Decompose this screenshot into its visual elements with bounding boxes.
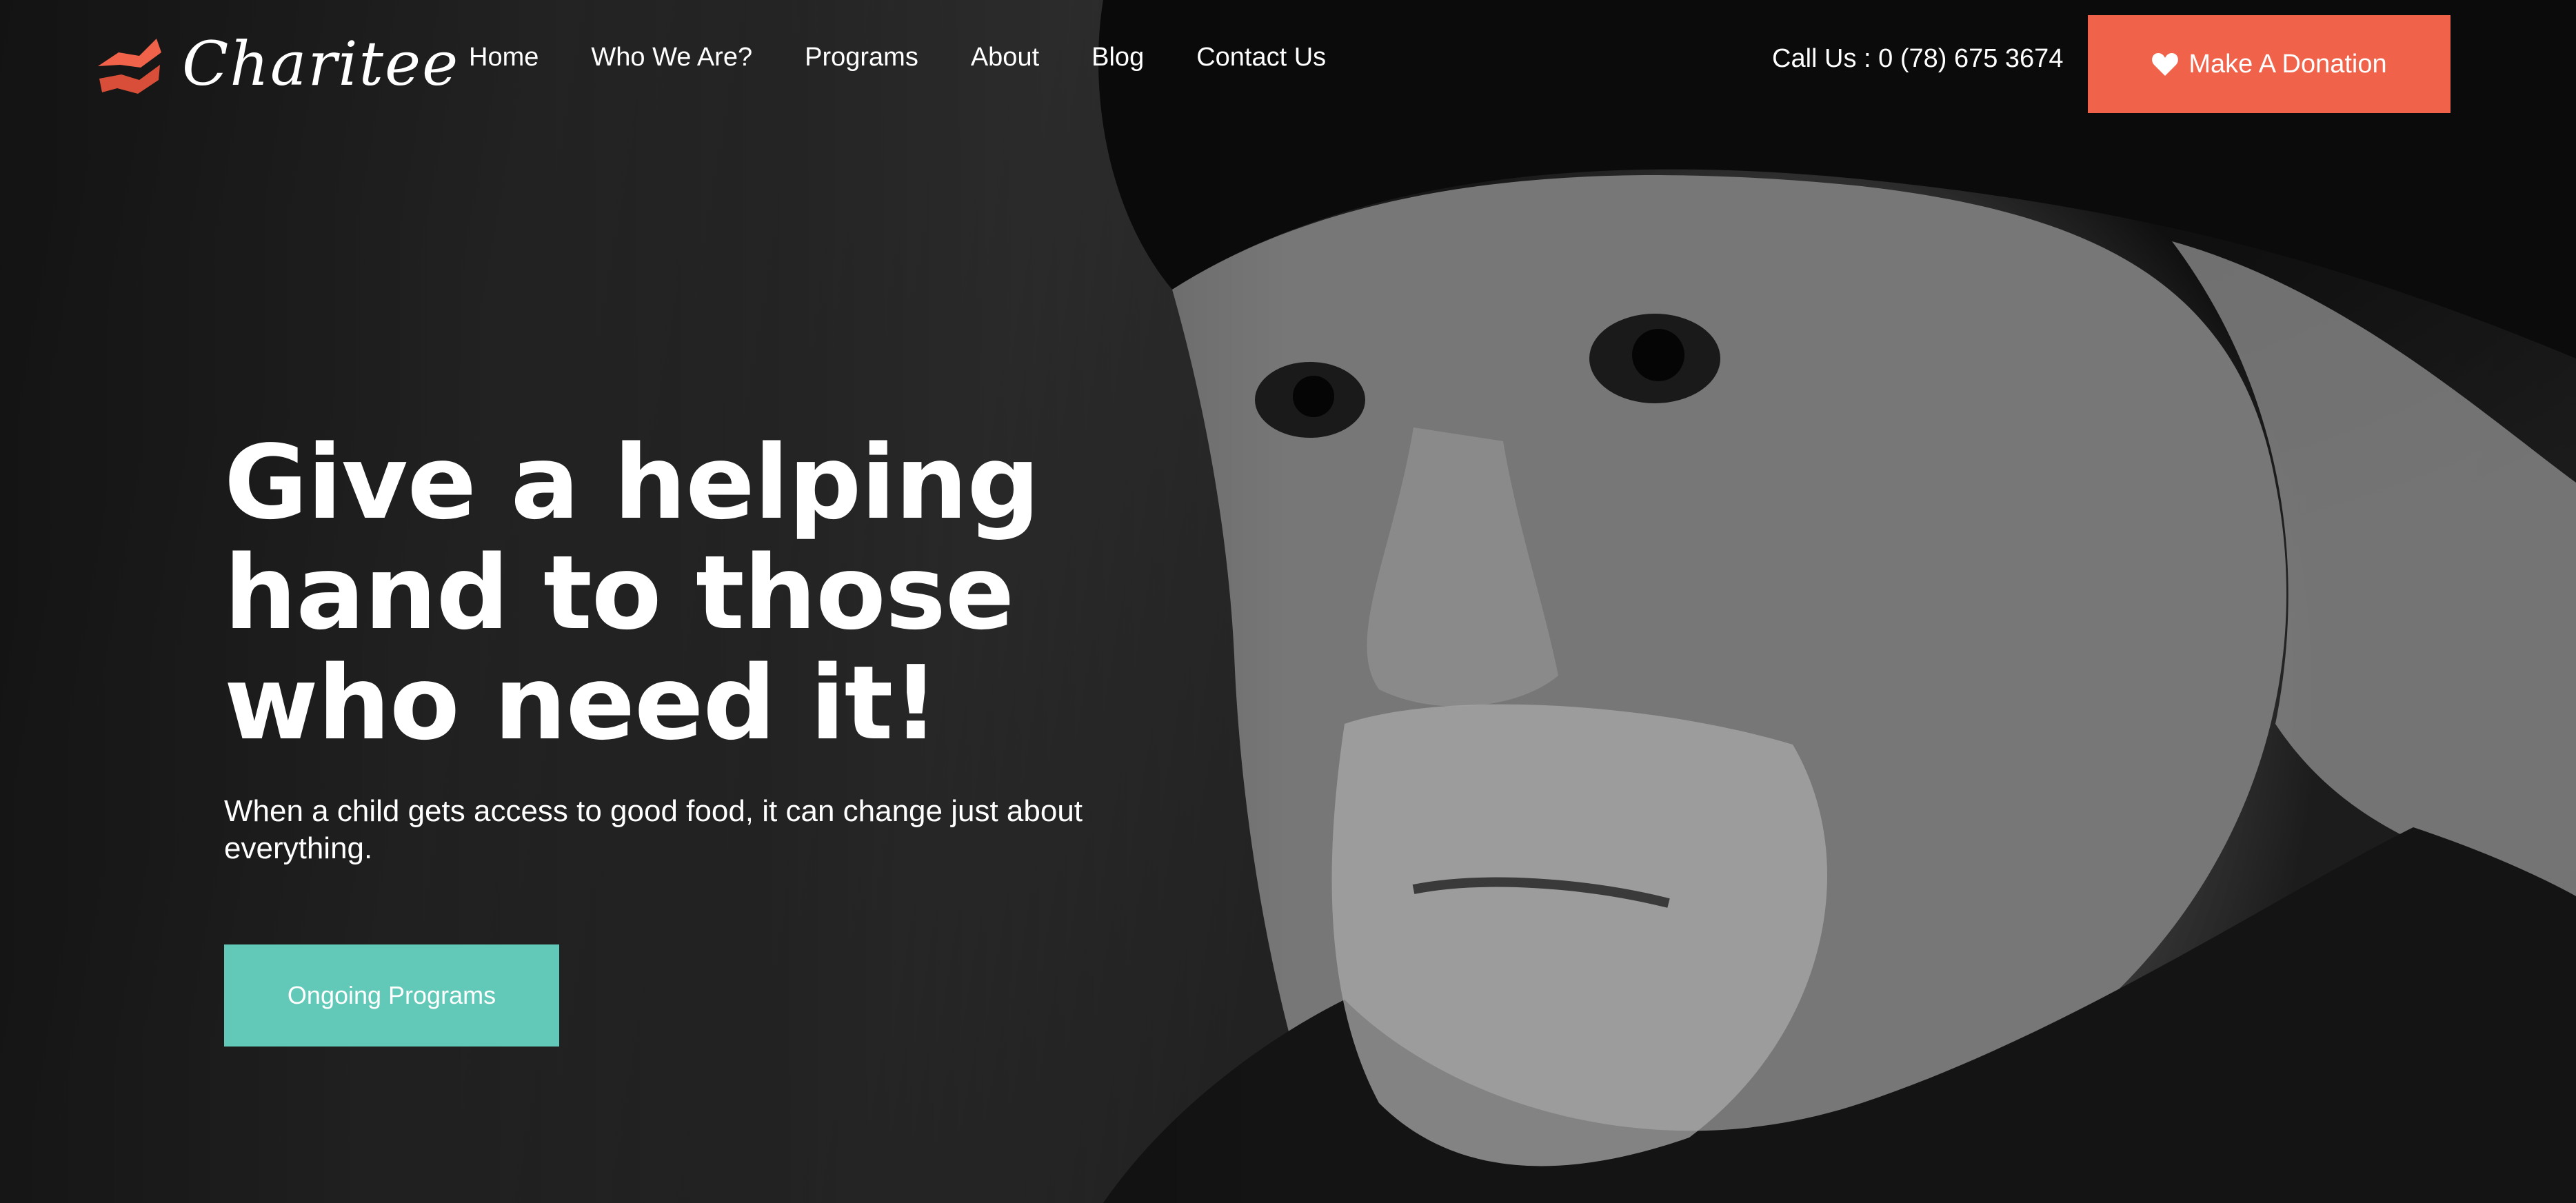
hero-section: Charitee Home Who We Are? Programs About… bbox=[0, 0, 2576, 1203]
make-donation-label: Make A Donation bbox=[2188, 49, 2387, 79]
ongoing-programs-button[interactable]: Ongoing Programs bbox=[224, 944, 559, 1047]
nav-programs[interactable]: Programs bbox=[805, 43, 918, 72]
call-us-phone[interactable]: Call Us : 0 (78) 675 3674 bbox=[1772, 44, 2063, 74]
brand-name: Charitee bbox=[182, 28, 460, 99]
hero-headline: Give a helping hand to those who need it… bbox=[224, 423, 1040, 762]
nav-contact-us[interactable]: Contact Us bbox=[1196, 43, 1326, 72]
make-donation-button[interactable]: Make A Donation bbox=[2088, 15, 2451, 113]
ongoing-programs-label: Ongoing Programs bbox=[287, 981, 496, 1009]
nav-who-we-are[interactable]: Who We Are? bbox=[591, 43, 752, 72]
main-nav: Home Who We Are? Programs About Blog Con… bbox=[469, 43, 1378, 72]
nav-blog[interactable]: Blog bbox=[1091, 43, 1144, 72]
site-logo[interactable]: Charitee bbox=[91, 25, 459, 102]
nav-home[interactable]: Home bbox=[469, 43, 539, 72]
nav-about[interactable]: About bbox=[971, 43, 1039, 72]
site-header: Charitee Home Who We Are? Programs About… bbox=[0, 0, 2576, 131]
heart-icon bbox=[2152, 53, 2179, 76]
hero-subtext: When a child gets access to good food, i… bbox=[224, 794, 1083, 865]
helping-hands-logo-icon bbox=[98, 39, 161, 94]
